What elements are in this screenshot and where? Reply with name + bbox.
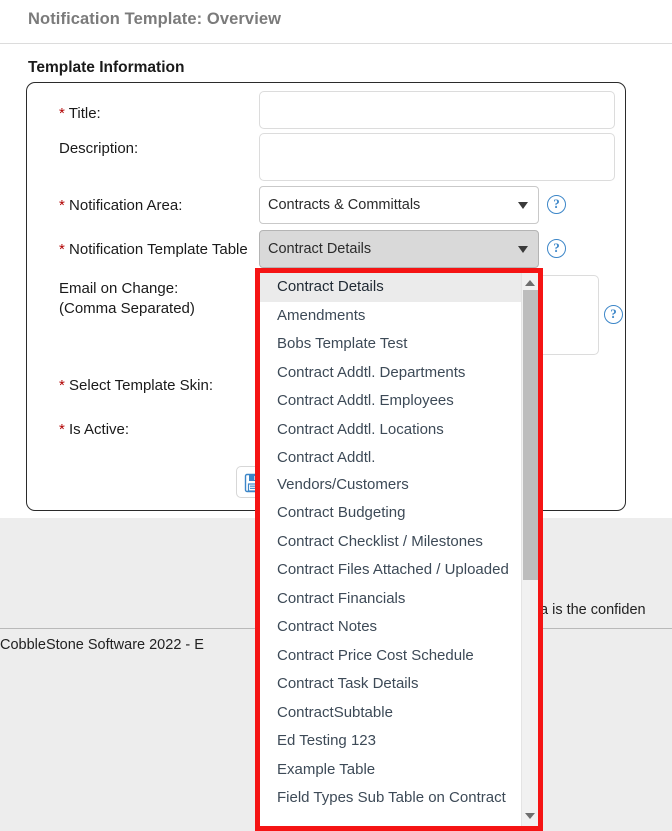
label-email-on-change: Email on Change: (Comma Separated) (59, 279, 249, 319)
label-email-on-change-line2: (Comma Separated) (59, 300, 195, 317)
dropdown-option[interactable]: Ed Testing 123 (260, 727, 521, 756)
notification-template-table-select[interactable]: Contract Details (259, 230, 539, 268)
required-marker: * (59, 377, 65, 394)
label-notification-template-table: * Notification Template Table (59, 240, 248, 260)
dropdown-inner: Contract Details Amendments Bobs Template … (260, 273, 538, 826)
dropdown-option[interactable]: Contract Details (260, 273, 521, 302)
dropdown-option[interactable]: Contract Addtl. Locations (260, 416, 521, 445)
label-select-template-skin: * Select Template Skin: (59, 376, 213, 396)
notification-template-table-value: Contract Details (268, 241, 372, 257)
chevron-down-icon (518, 202, 528, 209)
page-header: Notification Template: Overview (0, 0, 672, 44)
label-notification-template-table-text: Notification Template Table (69, 241, 248, 258)
section-heading: Template Information (28, 59, 185, 76)
title-input[interactable] (259, 91, 615, 129)
dropdown-option[interactable]: Contract Price Cost Schedule (260, 642, 521, 671)
dropdown-option[interactable]: Contract Financials (260, 585, 521, 614)
dropdown-option[interactable]: Contract Notes (260, 613, 521, 642)
help-icon-email-on-change[interactable]: ? (604, 305, 623, 324)
dropdown-option[interactable]: Contract Files Attached / Uploaded (260, 556, 521, 585)
dropdown-option[interactable]: Contract Addtl. Employees (260, 387, 521, 416)
label-notification-area: * Notification Area: (59, 196, 182, 216)
chevron-down-icon (518, 246, 528, 253)
dropdown-option[interactable]: Field Types Sub Table on Contract (260, 784, 521, 813)
page-title: Notification Template: Overview (28, 10, 282, 28)
label-title: * Title: (59, 104, 101, 124)
dropdown-option[interactable]: Amendments (260, 302, 521, 331)
dropdown-option[interactable]: Contract Budgeting (260, 499, 521, 528)
label-is-active-text: Is Active: (69, 421, 130, 438)
required-marker: * (59, 105, 65, 122)
footer-copyright: CobbleStone Software 2022 - E (0, 637, 204, 653)
help-icon-notification-template-table[interactable]: ? (547, 239, 566, 258)
label-is-active: * Is Active: (59, 420, 129, 440)
scroll-up-arrow-icon[interactable] (525, 280, 535, 286)
dropdown-option[interactable]: Contract Addtl. Departments (260, 359, 521, 388)
dropdown-scrollbar[interactable] (521, 273, 538, 826)
dropdown-option-list[interactable]: Contract Details Amendments Bobs Template … (260, 273, 521, 826)
required-marker: * (59, 241, 65, 258)
help-icon-notification-area[interactable]: ? (547, 195, 566, 214)
notification-area-select[interactable]: Contracts & Committals (259, 186, 539, 224)
label-description: Description: (59, 139, 138, 159)
notification-template-table-dropdown[interactable]: Contract Details Amendments Bobs Template … (255, 268, 543, 831)
scroll-down-arrow-icon[interactable] (525, 813, 535, 819)
dropdown-option[interactable]: Contract Task Details (260, 670, 521, 699)
scrollbar-thumb[interactable] (523, 290, 538, 580)
notification-area-value: Contracts & Committals (268, 197, 421, 213)
description-input[interactable] (259, 133, 615, 181)
dropdown-option[interactable]: Bobs Template Test (260, 330, 521, 359)
label-notification-area-text: Notification Area: (69, 197, 183, 214)
confidential-notice: a is the confiden (540, 602, 646, 618)
required-marker: * (59, 197, 65, 214)
dropdown-option[interactable]: ContractSubtable (260, 699, 521, 728)
dropdown-option[interactable]: Example Table (260, 756, 521, 785)
dropdown-option[interactable]: Contract Addtl. Vendors/Customers (260, 444, 521, 499)
page-root: Notification Template: Overview Template… (0, 0, 672, 831)
required-marker: * (59, 421, 65, 438)
label-email-on-change-line1: Email on Change: (59, 280, 179, 297)
dropdown-option[interactable]: Contract Checklist / Milestones (260, 528, 521, 557)
label-title-text: Title: (68, 105, 101, 122)
label-select-template-skin-text: Select Template Skin: (69, 377, 213, 394)
label-description-text: Description: (59, 140, 139, 157)
